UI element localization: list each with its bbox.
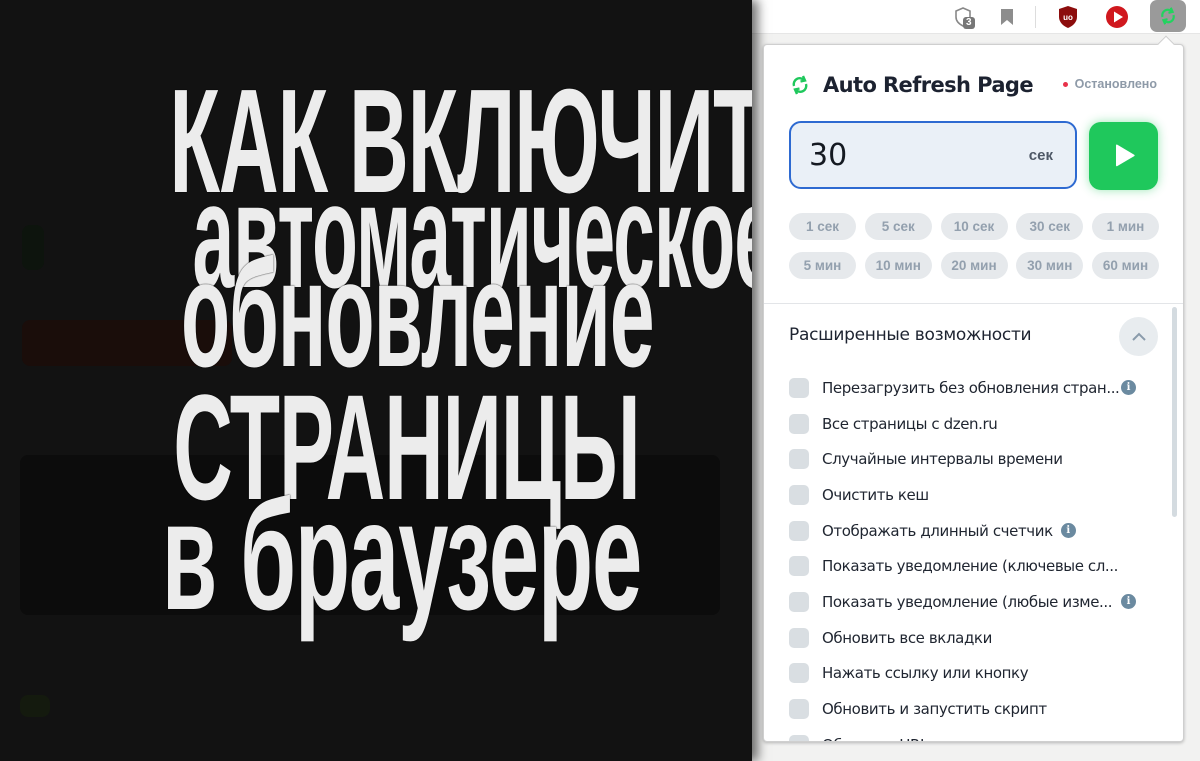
option-item[interactable]: Показать уведомление (ключевые сл... [789, 548, 1139, 584]
option-checkbox[interactable] [789, 663, 809, 684]
option-item[interactable]: Обновить все вкладки [789, 620, 1139, 656]
preset-row: 1 сек 5 сек 10 сек 30 сек 1 мин [789, 213, 1159, 240]
status-dot-icon [1062, 81, 1068, 87]
start-button[interactable] [1089, 122, 1158, 190]
advanced-section: Расширенные возможности Перезагрузить бе… [764, 304, 1183, 741]
chevron-up-icon [1131, 332, 1146, 341]
option-label: Все страницы с dzen.ru [822, 414, 998, 433]
preset-button[interactable]: 5 сек [864, 213, 932, 240]
option-label: Обновить URL [822, 736, 928, 741]
preset-button[interactable]: 10 сек [940, 213, 1008, 240]
option-label: Перезагрузить без обновления стран... [822, 378, 1120, 397]
option-item[interactable]: Обновить и запустить скрипт [789, 691, 1139, 727]
interval-unit: сек [1028, 146, 1053, 164]
option-label: Очистить кеш [822, 485, 929, 504]
option-label: Обновить и запустить скрипт [822, 700, 1047, 719]
option-item[interactable]: Отображать длинный счетчик i [789, 513, 1139, 549]
headline-line: в браузере [161, 469, 643, 643]
toolbar-separator [1035, 6, 1036, 28]
preset-button[interactable]: 1 мин [1092, 213, 1159, 240]
option-checkbox[interactable] [789, 413, 809, 434]
option-label: Нажать ссылку или кнопку [822, 664, 1029, 683]
popup-header: Auto Refresh Page [788, 69, 1034, 101]
option-checkbox[interactable] [789, 377, 809, 398]
ublock-icon[interactable]: uo [1055, 4, 1081, 30]
preset-row: 5 мин 10 мин 20 мин 30 мин 60 мин [789, 252, 1159, 279]
video-player-icon[interactable] [1104, 4, 1130, 30]
preset-button[interactable]: 20 мин [940, 252, 1008, 279]
option-checkbox[interactable] [789, 627, 809, 648]
popup-title: Auto Refresh Page [823, 73, 1034, 97]
info-icon[interactable]: i [1121, 594, 1136, 610]
option-checkbox[interactable] [789, 591, 809, 612]
preset-button[interactable]: 60 мин [1092, 252, 1159, 279]
interval-input[interactable]: 30 сек [789, 121, 1077, 189]
option-item[interactable]: Нажать ссылку или кнопку [789, 656, 1139, 692]
preset-button[interactable]: 1 сек [789, 213, 856, 240]
option-item[interactable]: Обновить URL [789, 727, 1139, 741]
preset-intervals: 1 сек 5 сек 10 сек 30 сек 1 мин 5 мин 10… [789, 213, 1159, 291]
collapse-button[interactable] [1119, 317, 1158, 356]
option-item[interactable]: Все страницы с dzen.ru [789, 406, 1139, 442]
option-checkbox[interactable] [789, 556, 809, 577]
option-item[interactable]: Перезагрузить без обновления стран... i [789, 370, 1139, 406]
option-checkbox[interactable] [789, 449, 809, 470]
option-label: Случайные интервалы времени [822, 450, 1063, 469]
bookmark-icon[interactable] [994, 4, 1020, 30]
option-item[interactable]: Случайные интервалы времени [789, 441, 1139, 477]
svg-text:uo: uo [1063, 13, 1073, 22]
preset-button[interactable]: 10 мин [864, 252, 932, 279]
info-icon[interactable]: i [1060, 523, 1076, 539]
interval-value[interactable]: 30 [809, 138, 1029, 173]
option-checkbox[interactable] [789, 520, 809, 541]
advanced-title: Расширенные возможности [789, 325, 1032, 345]
preset-button[interactable]: 30 мин [1016, 252, 1084, 279]
option-label: Показать уведомление (любые изме... [822, 592, 1113, 611]
auto-refresh-popup: Auto Refresh Page Остановлено 30 сек 1 с… [763, 44, 1184, 742]
browser-toolbar: 3 uo [752, 0, 1200, 34]
shield-icon[interactable]: 3 [950, 4, 976, 30]
info-icon[interactable]: i [1121, 380, 1136, 396]
refresh-logo-icon [792, 75, 808, 95]
play-icon [1115, 144, 1135, 167]
option-label: Отображать длинный счетчик [822, 521, 1053, 540]
preset-button[interactable]: 30 сек [1016, 213, 1084, 240]
option-checkbox[interactable] [789, 734, 809, 741]
scrollbar[interactable] [1172, 307, 1177, 517]
status-text: Остановлено [1074, 77, 1157, 91]
status-badge: Остановлено [1062, 77, 1157, 91]
option-label: Обновить все вкладки [822, 628, 992, 647]
headline: КАК ВКЛЮЧИТЬ автоматическое обновление С… [0, 0, 752, 761]
option-checkbox[interactable] [789, 484, 809, 505]
option-item[interactable]: Показать уведомление (любые изме... i [789, 584, 1139, 620]
shield-badge: 3 [963, 17, 975, 29]
option-item[interactable]: Очистить кеш [789, 477, 1139, 513]
preset-button[interactable]: 5 мин [789, 252, 856, 279]
options-list: Перезагрузить без обновления стран... i Вс… [789, 370, 1139, 741]
option-checkbox[interactable] [789, 699, 809, 720]
dark-overlay: КАК ВКЛЮЧИТЬ автоматическое обновление С… [0, 0, 752, 761]
auto-refresh-extension-icon[interactable] [1150, 0, 1186, 32]
option-label: Показать уведомление (ключевые сл... [822, 557, 1119, 576]
